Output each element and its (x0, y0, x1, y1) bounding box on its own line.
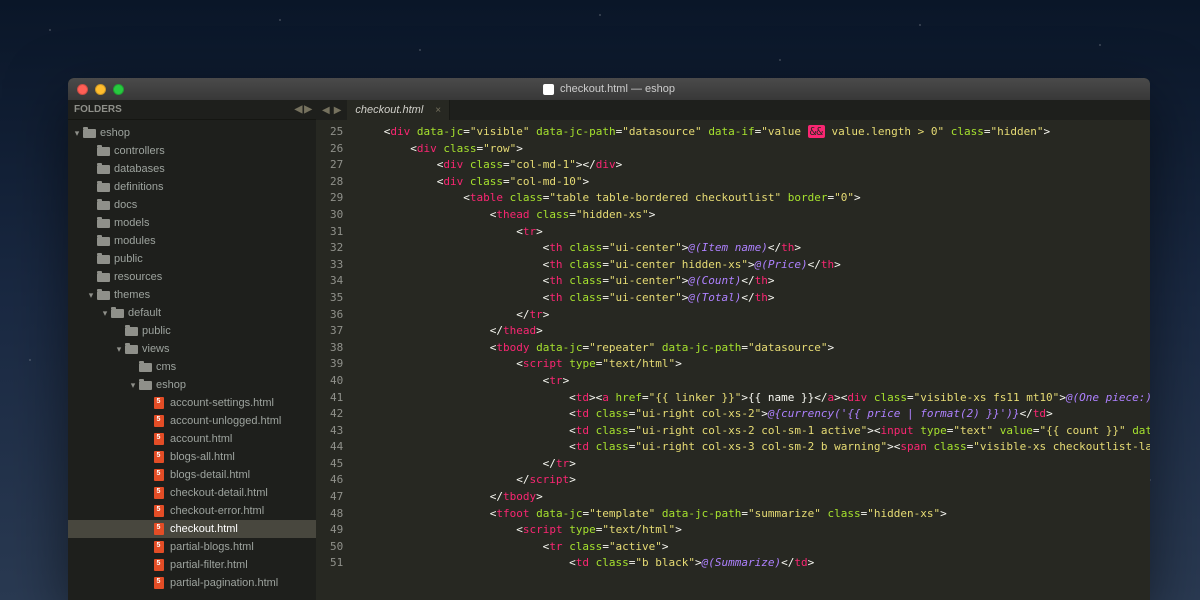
file-blogs-all-html[interactable]: blogs-all.html (68, 448, 316, 466)
tab-close-icon[interactable]: × (435, 105, 441, 116)
code-source[interactable]: <div data-jc="visible" data-jc-path="dat… (351, 120, 1150, 600)
code-area[interactable]: 2526272829303132333435363738394041424344… (316, 120, 1150, 600)
nav-back-icon[interactable]: ◀ (295, 104, 303, 115)
file-checkout-detail-html[interactable]: checkout-detail.html (68, 484, 316, 502)
window-title: checkout.html — eshop (543, 83, 675, 95)
titlebar[interactable]: checkout.html — eshop (68, 78, 1150, 100)
file-checkout-html[interactable]: checkout.html (68, 520, 316, 538)
folder-definitions[interactable]: definitions (68, 178, 316, 196)
folder-databases[interactable]: databases (68, 160, 316, 178)
folder-controllers[interactable]: controllers (68, 142, 316, 160)
close-icon[interactable] (77, 84, 88, 95)
file-account-html[interactable]: account.html (68, 430, 316, 448)
folder-themes[interactable]: ▾themes (68, 286, 316, 304)
line-gutter: 2526272829303132333435363738394041424344… (316, 120, 351, 600)
folder-eshop[interactable]: ▾eshop (68, 376, 316, 394)
document-icon (543, 84, 554, 95)
file-account-unlogged-html[interactable]: account-unlogged.html (68, 412, 316, 430)
sidebar: FOLDERS ◀ ▶ ▾eshopcontrollersdatabasesde… (68, 100, 316, 600)
maximize-icon[interactable] (113, 84, 124, 95)
file-account-settings-html[interactable]: account-settings.html (68, 394, 316, 412)
folder-modules[interactable]: modules (68, 232, 316, 250)
window-title-text: checkout.html — eshop (560, 83, 675, 95)
sidebar-header: FOLDERS ◀ ▶ (68, 100, 316, 120)
tab-bar[interactable]: ◀ ▶ checkout.html × (316, 100, 1150, 120)
sidebar-header-label: FOLDERS (74, 104, 122, 115)
minimize-icon[interactable] (95, 84, 106, 95)
folder-cms[interactable]: cms (68, 358, 316, 376)
folder-eshop[interactable]: ▾eshop (68, 124, 316, 142)
folder-models[interactable]: models (68, 214, 316, 232)
file-checkout-error-html[interactable]: checkout-error.html (68, 502, 316, 520)
folder-views[interactable]: ▾views (68, 340, 316, 358)
editor-main: ◀ ▶ checkout.html × 25262728293031323334… (316, 100, 1150, 600)
folder-public[interactable]: public (68, 322, 316, 340)
tab-label: checkout.html (355, 104, 423, 116)
tab-nav-back-icon[interactable]: ◀ (322, 105, 330, 116)
folder-default[interactable]: ▾default (68, 304, 316, 322)
tab-checkout[interactable]: checkout.html × (347, 100, 450, 120)
folder-docs[interactable]: docs (68, 196, 316, 214)
file-partial-pagination-html[interactable]: partial-pagination.html (68, 574, 316, 592)
folder-resources[interactable]: resources (68, 268, 316, 286)
folder-public[interactable]: public (68, 250, 316, 268)
file-blogs-detail-html[interactable]: blogs-detail.html (68, 466, 316, 484)
editor-window: checkout.html — eshop FOLDERS ◀ ▶ ▾eshop… (68, 78, 1150, 600)
file-partial-filter-html[interactable]: partial-filter.html (68, 556, 316, 574)
window-controls (77, 84, 124, 95)
file-tree[interactable]: ▾eshopcontrollersdatabasesdefinitionsdoc… (68, 120, 316, 596)
file-partial-blogs-html[interactable]: partial-blogs.html (68, 538, 316, 556)
nav-forward-icon[interactable]: ▶ (304, 104, 312, 115)
tab-nav-forward-icon[interactable]: ▶ (334, 105, 342, 116)
